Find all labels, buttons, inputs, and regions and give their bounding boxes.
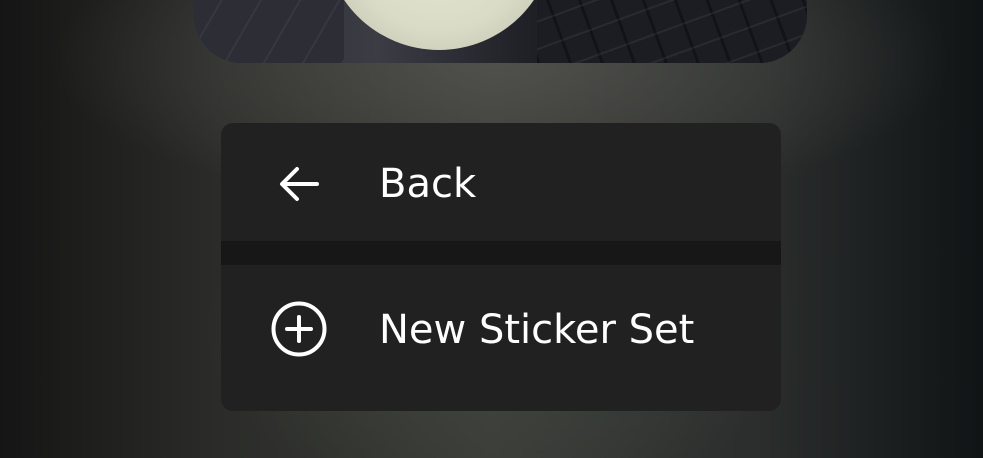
- plus-circle-icon: [269, 299, 329, 359]
- back-menu-item[interactable]: Back: [221, 123, 781, 241]
- context-menu: Back New Sticker Set: [221, 123, 781, 411]
- arrow-left-icon: [269, 154, 329, 214]
- keyboard-background: [537, 0, 807, 63]
- keyboard-background: [194, 0, 344, 63]
- menu-divider: [221, 241, 781, 265]
- new-sticker-set-label: New Sticker Set: [379, 307, 695, 353]
- sticker-preview-image: [194, 0, 807, 63]
- cup-photo: [324, 0, 554, 50]
- back-label: Back: [379, 161, 477, 207]
- new-sticker-set-menu-item[interactable]: New Sticker Set: [221, 265, 781, 389]
